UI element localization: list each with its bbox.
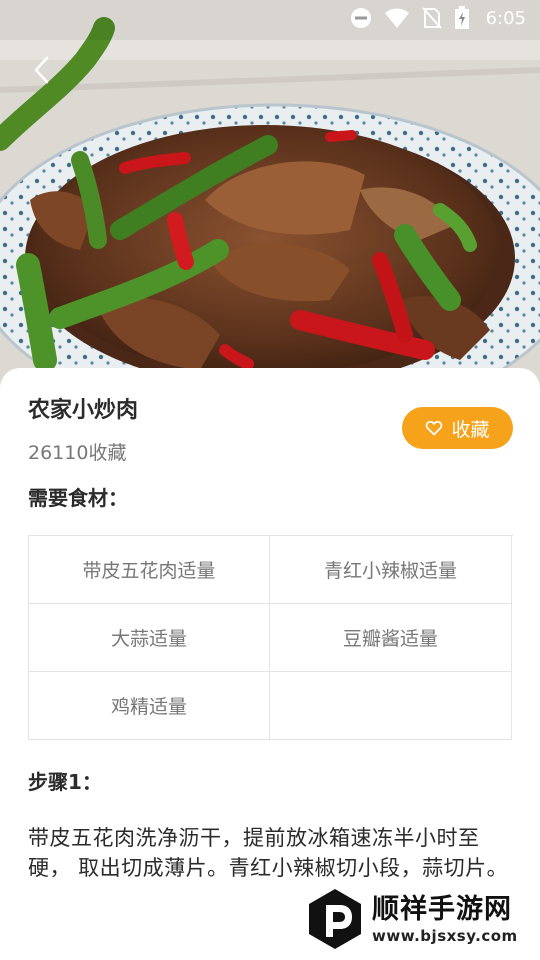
ingredient-cell: 带皮五花肉适量 xyxy=(29,536,270,604)
heart-outline-icon xyxy=(426,420,443,436)
back-button[interactable] xyxy=(24,52,60,88)
watermark-logo-icon xyxy=(309,889,361,949)
do-not-disturb-icon xyxy=(350,7,372,29)
recipe-title: 农家小炒肉 xyxy=(28,398,139,423)
ingredients-heading: 需要食材： xyxy=(28,486,128,510)
favorite-count: 26110收藏 xyxy=(28,442,127,464)
status-time: 6:05 xyxy=(485,7,526,29)
watermark-brand: 顺祥手游网 xyxy=(372,894,512,925)
ingredient-cell: 青红小辣椒适量 xyxy=(270,536,512,604)
favorite-button-label: 收藏 xyxy=(451,418,490,441)
step-text: 带皮五花肉洗净沥干，提前放冰箱速冻半小时至硬， 取出切成薄片。青红小辣椒切小段，… xyxy=(28,826,509,880)
recipe-detail-screen: 6:05 农家小炒肉 26110收藏 收藏 需要食材： 带皮五花肉适量 青红小辣… xyxy=(0,0,540,960)
watermark-url: www.bjsxsy.com xyxy=(372,927,518,945)
step-heading: 步骤1： xyxy=(28,770,102,794)
recipe-hero-photo xyxy=(0,0,540,400)
site-watermark: 顺祥手游网 www.bjsxsy.com xyxy=(306,884,530,954)
favorite-button[interactable]: 收藏 xyxy=(402,407,513,449)
no-sim-icon xyxy=(421,7,442,29)
ingredient-cell: 大蒜适量 xyxy=(29,604,270,672)
dish-photo-illustration xyxy=(0,0,540,400)
recipe-content-card: 农家小炒肉 26110收藏 收藏 需要食材： 带皮五花肉适量 青红小辣椒适量 大… xyxy=(0,368,540,960)
ingredients-table: 带皮五花肉适量 青红小辣椒适量 大蒜适量 豆瓣酱适量 鸡精适量 xyxy=(28,535,513,740)
status-bar: 6:05 xyxy=(0,0,540,36)
battery-charging-icon xyxy=(454,6,470,30)
wifi-icon xyxy=(384,7,410,29)
ingredient-cell-empty xyxy=(270,672,512,740)
chevron-left-icon xyxy=(34,56,49,84)
ingredient-cell: 鸡精适量 xyxy=(29,672,270,740)
ingredient-cell: 豆瓣酱适量 xyxy=(270,604,512,672)
